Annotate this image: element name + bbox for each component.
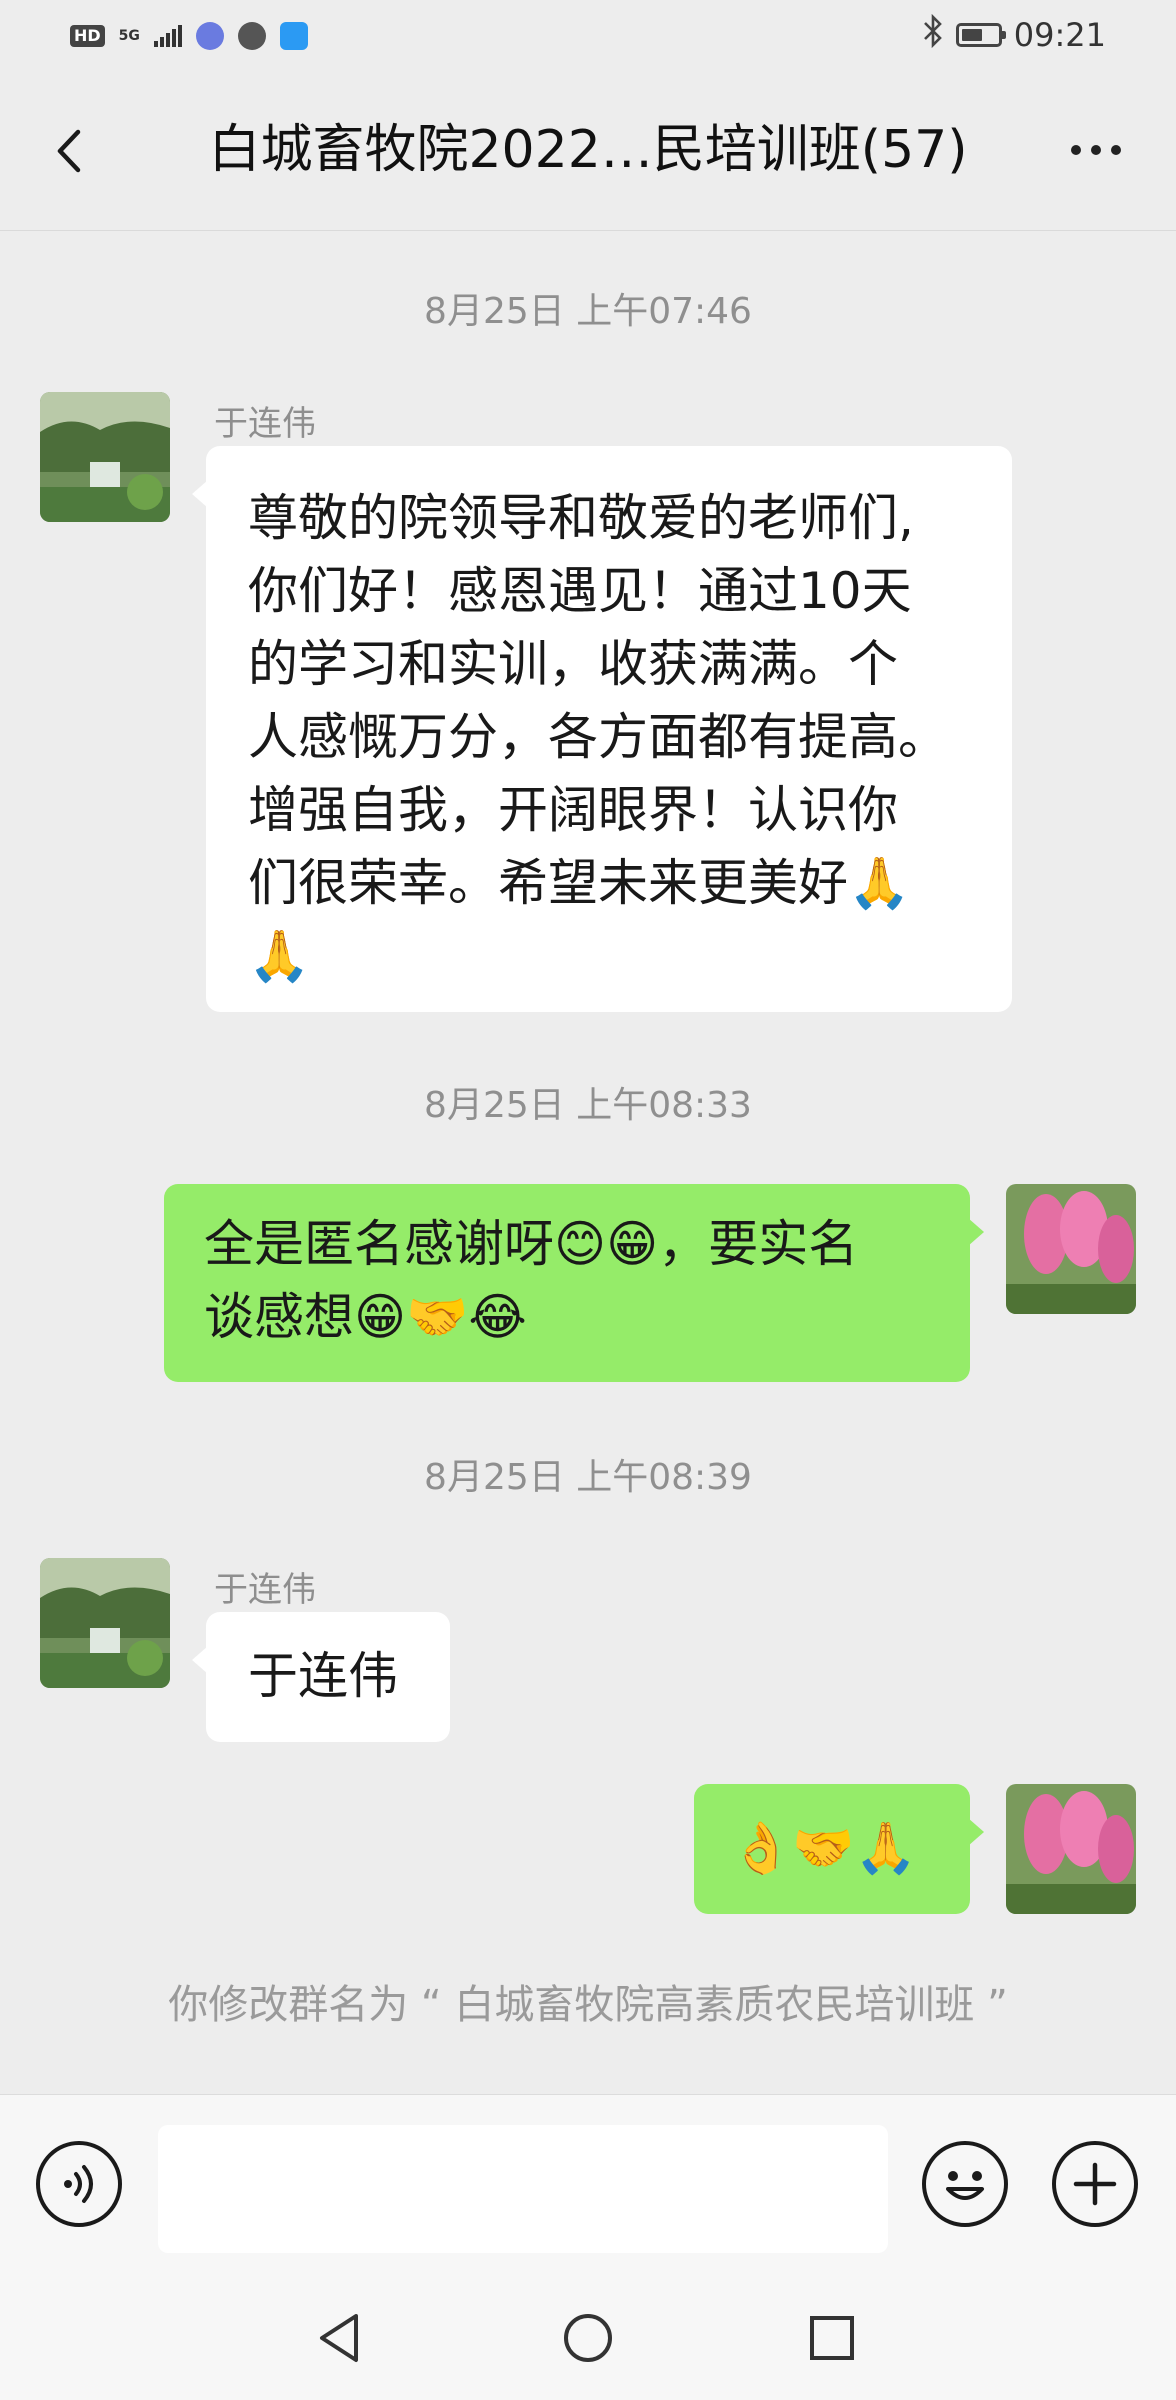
my-avatar[interactable] [1006, 1184, 1136, 1314]
message-line: 👌🤝🙏 [730, 1819, 917, 1877]
plus-button[interactable] [1052, 2141, 1138, 2227]
sender-name: 于连伟 [214, 404, 316, 444]
bubble-tail [192, 480, 208, 508]
bubble-tail [968, 1218, 984, 1246]
avatar[interactable] [40, 392, 170, 522]
more-button[interactable] [1056, 118, 1136, 182]
system-notice: 你修改群名为 “ 白城畜牧院高素质农民培训班 ” [168, 1982, 1008, 2028]
timestamp: 8月25日 上午08:33 [424, 1085, 752, 1126]
message-line: 们很荣幸。希望未来更美好🙏 [248, 854, 911, 912]
square-recents-icon [810, 2316, 854, 2360]
emoji-button[interactable] [922, 2141, 1008, 2227]
browser-app-icon [237, 22, 266, 50]
nav-recents-button[interactable] [804, 2310, 860, 2366]
timestamp: 8月25日 上午07:46 [424, 291, 752, 332]
more-dots-icon [1071, 145, 1121, 155]
nav-home-button[interactable] [560, 2310, 616, 2366]
message-line: 于连伟 [248, 1647, 398, 1705]
system-nav-bar [0, 2274, 1176, 2400]
weather-app-icon [279, 22, 308, 50]
battery-icon [955, 23, 1006, 47]
message-line: 你们好！感恩遇见！通过10天 [248, 562, 912, 620]
my-avatar[interactable] [1006, 1784, 1136, 1914]
status-left: HD 5G [70, 18, 308, 54]
status-right: 09:21 [922, 12, 1106, 58]
message-line: 人感慨万分，各方面都有提高。 [248, 708, 948, 766]
message-bubble[interactable]: 于连伟 [192, 1612, 450, 1742]
network-type: 5G [118, 28, 140, 44]
header-divider [0, 230, 1176, 231]
message-input[interactable] [158, 2125, 888, 2253]
message-bubble[interactable]: 尊敬的院领导和敬爱的老师们, 你们好！感恩遇见！通过10天 的学习和实训，收获满… [192, 446, 1012, 1012]
message-bubble[interactable]: 👌🤝🙏 [694, 1784, 984, 1914]
chat-title: 白城畜牧院2022…民培训班(57) [208, 120, 968, 180]
triangle-back-icon [320, 2314, 358, 2362]
nav-back-button[interactable] [312, 2310, 368, 2366]
chat-header: 白城畜牧院2022…民培训班(57) [0, 70, 1176, 230]
voice-button[interactable] [36, 2141, 122, 2227]
clock: 09:21 [1013, 16, 1106, 54]
music-app-icon [195, 22, 224, 50]
message-line: 增强自我，开阔眼界！认识你 [248, 781, 898, 839]
circle-home-icon [564, 2314, 612, 2362]
voice-icon [64, 2165, 93, 2203]
smiley-icon [946, 2171, 984, 2200]
plus-icon [1073, 2162, 1117, 2206]
message-line: 谈感想😁🤝😂 [204, 1288, 527, 1346]
timestamp: 8月25日 上午08:39 [424, 1457, 752, 1498]
avatar[interactable] [40, 1558, 170, 1688]
input-bar [0, 2094, 1176, 2275]
message-line: 的学习和实训，收获满满。个 [248, 635, 898, 693]
signal-icon [153, 25, 182, 47]
bluetooth-icon [922, 13, 944, 56]
sender-name: 于连伟 [214, 1570, 316, 1610]
chevron-left-icon [57, 129, 81, 173]
bubble-tail [968, 1818, 984, 1846]
hd-indicator: HD [70, 25, 105, 47]
message-bubble[interactable]: 全是匿名感谢呀😊😁，要实名 谈感想😁🤝😂 [164, 1184, 984, 1382]
message-line: 全是匿名感谢呀😊😁，要实名 [204, 1215, 859, 1273]
back-button[interactable] [40, 116, 110, 186]
message-line: 尊敬的院领导和敬爱的老师们, [248, 489, 914, 547]
bubble-tail [192, 1646, 208, 1674]
status-bar: HD 5G 09:21 [0, 0, 1176, 70]
message-line: 🙏 [248, 927, 311, 985]
